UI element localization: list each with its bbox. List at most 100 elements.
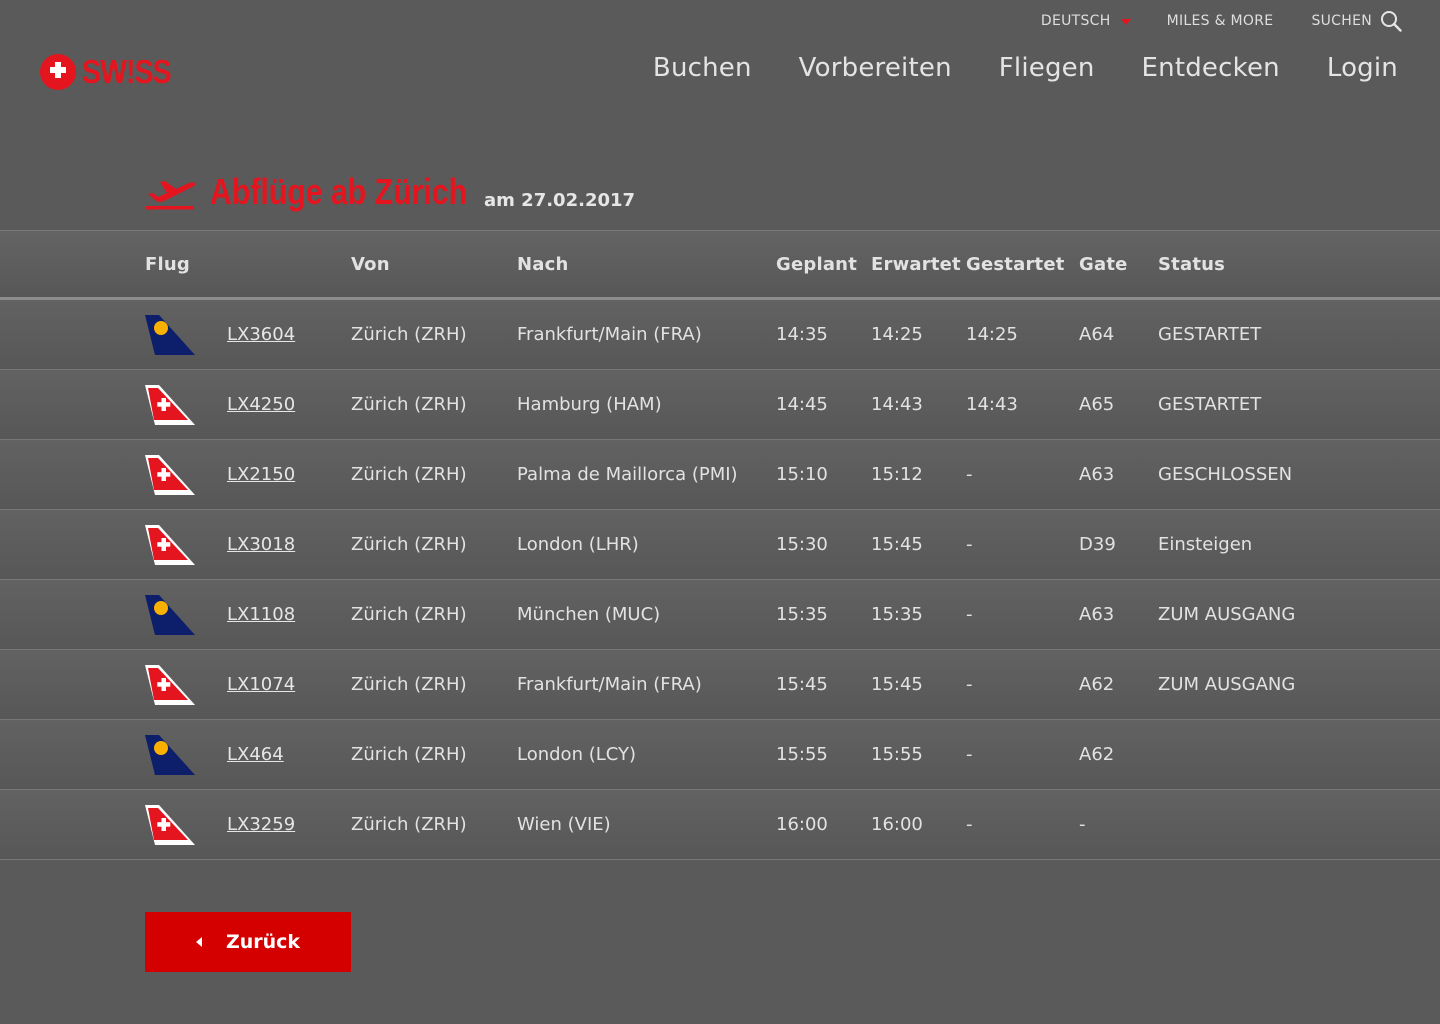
cell-nach: München (MUC) (517, 604, 661, 625)
cell-gate: A64 (1079, 324, 1115, 345)
cell-geplant: 16:00 (776, 814, 828, 835)
cell-geplant: 15:55 (776, 744, 828, 765)
lufthansa-tail-icon (145, 720, 195, 789)
flight-number-link[interactable]: LX3604 (227, 300, 295, 369)
flight-number-link[interactable]: LX1074 (227, 650, 295, 719)
cell-status: GESCHLOSSEN (1158, 464, 1293, 485)
cell-status: GESTARTET (1158, 324, 1262, 345)
flight-number-link[interactable]: LX4250 (227, 370, 295, 439)
cell-erwartet: 15:45 (871, 534, 923, 555)
cell-gestartet: - (966, 604, 973, 625)
cell-von: Zürich (ZRH) (351, 604, 467, 625)
miles-and-more-link[interactable]: MILES & MORE (1167, 13, 1274, 29)
swiss-logo[interactable]: SW!SS (40, 53, 185, 91)
cell-geplant: 14:35 (776, 324, 828, 345)
chevron-left-icon (195, 937, 202, 947)
cell-gate: A63 (1079, 464, 1115, 485)
cell-gate: A63 (1079, 604, 1115, 625)
cell-von: Zürich (ZRH) (351, 324, 467, 345)
main-navigation: Buchen Vorbereiten Fliegen Entdecken Log… (606, 53, 1398, 83)
cell-nach: London (LHR) (517, 534, 639, 555)
table-row: LX3604 Zürich (ZRH) Frankfurt/Main (FRA) 14… (0, 300, 1440, 370)
cell-von: Zürich (ZRH) (351, 534, 467, 555)
cell-gate: D39 (1079, 534, 1116, 555)
back-button-label: Zurück (225, 931, 301, 953)
flight-number-link[interactable]: LX1108 (227, 580, 295, 649)
cell-status: Einsteigen (1158, 534, 1253, 555)
flight-number-link[interactable]: LX2150 (227, 440, 295, 509)
nav-login[interactable]: Login (1327, 53, 1398, 83)
flight-number-link[interactable]: LX464 (227, 720, 284, 789)
table-row: LX2150 Zürich (ZRH) Palma de Maillorca (PM… (0, 440, 1440, 510)
utility-bar: DEUTSCH MILES & MORE SUCHEN (1041, 10, 1402, 32)
header-erwartet: Erwartet (871, 253, 961, 275)
cell-geplant: 15:35 (776, 604, 828, 625)
header-gate: Gate (1079, 253, 1128, 275)
cell-geplant: 15:30 (776, 534, 828, 555)
cell-status: ZUM AUSGANG (1158, 674, 1296, 695)
cell-gestartet: - (966, 674, 973, 695)
cell-erwartet: 15:55 (871, 744, 923, 765)
cell-gate: A65 (1079, 394, 1115, 415)
logo-wordmark: SW!SS (82, 53, 172, 90)
departures-table: Flug Von Nach Geplant Erwartet Gestartet… (0, 230, 1440, 860)
swiss-tail-icon (145, 790, 195, 859)
nav-fliegen[interactable]: Fliegen (999, 53, 1095, 83)
swiss-cross-icon (40, 54, 76, 90)
flight-number-link[interactable]: LX3259 (227, 790, 295, 859)
header-status: Status (1158, 253, 1226, 275)
cell-gestartet: - (966, 464, 973, 485)
swiss-tail-icon (145, 650, 195, 719)
cell-gate: A62 (1079, 744, 1115, 765)
cell-nach: Frankfurt/Main (FRA) (517, 324, 702, 345)
cell-gate: - (1079, 814, 1086, 835)
language-selector[interactable]: DEUTSCH (1041, 13, 1131, 29)
cell-gestartet: - (966, 814, 973, 835)
page-date: am 27.02.2017 (484, 190, 636, 211)
cell-nach: London (LCY) (517, 744, 637, 765)
cell-erwartet: 15:12 (871, 464, 923, 485)
search-button[interactable]: SUCHEN (1311, 10, 1402, 32)
cell-status: ZUM AUSGANG (1158, 604, 1296, 625)
nav-vorbereiten[interactable]: Vorbereiten (799, 53, 952, 83)
header-flug: Flug (145, 253, 190, 275)
cell-nach: Wien (VIE) (517, 814, 611, 835)
table-row: LX464 Zürich (ZRH) London (LCY) 15:55 15:55 -… (0, 720, 1440, 790)
cell-erwartet: 16:00 (871, 814, 923, 835)
swiss-tail-icon (145, 440, 195, 509)
cell-nach: Frankfurt/Main (FRA) (517, 674, 702, 695)
departure-plane-icon (146, 181, 196, 210)
cell-von: Zürich (ZRH) (351, 674, 467, 695)
cell-von: Zürich (ZRH) (351, 744, 467, 765)
page-heading: Abflüge ab Zürich am 27.02.2017 (145, 172, 635, 212)
table-row: LX1108 Zürich (ZRH) München (MUC) 15:35 15:3… (0, 580, 1440, 650)
cell-geplant: 14:45 (776, 394, 828, 415)
table-header: Flug Von Nach Geplant Erwartet Gestartet… (0, 230, 1440, 300)
page-title: Abflüge ab Zürich (210, 171, 468, 212)
cell-gate: A62 (1079, 674, 1115, 695)
cell-nach: Hamburg (HAM) (517, 394, 662, 415)
header-gestartet: Gestartet (966, 253, 1065, 275)
nav-buchen[interactable]: Buchen (653, 53, 752, 83)
table-row: LX4250 Zürich (ZRH) Hamburg (HAM) 14:45 14:4… (0, 370, 1440, 440)
back-button[interactable]: Zurück (145, 912, 351, 972)
cell-gestartet: - (966, 534, 973, 555)
caret-down-icon (1120, 18, 1131, 25)
cell-erwartet: 14:43 (871, 394, 923, 415)
cell-gestartet: 14:43 (966, 394, 1018, 415)
cell-von: Zürich (ZRH) (351, 814, 467, 835)
cell-erwartet: 14:25 (871, 324, 923, 345)
table-row: LX3259 Zürich (ZRH) Wien (VIE) 16:00 16:00 - - (0, 790, 1440, 860)
miles-label: MILES & MORE (1166, 13, 1274, 29)
cell-gestartet: - (966, 744, 973, 765)
cell-gestartet: 14:25 (966, 324, 1018, 345)
table-body: LX3604 Zürich (ZRH) Frankfurt/Main (FRA) 14… (0, 300, 1440, 860)
lufthansa-tail-icon (145, 580, 195, 649)
nav-entdecken[interactable]: Entdecken (1142, 53, 1280, 83)
flight-number-link[interactable]: LX3018 (227, 510, 295, 579)
cell-geplant: 15:10 (776, 464, 828, 485)
header-nach: Nach (517, 253, 569, 275)
cell-erwartet: 15:45 (871, 674, 923, 695)
search-label: SUCHEN (1311, 13, 1372, 29)
header-von: Von (351, 253, 390, 275)
